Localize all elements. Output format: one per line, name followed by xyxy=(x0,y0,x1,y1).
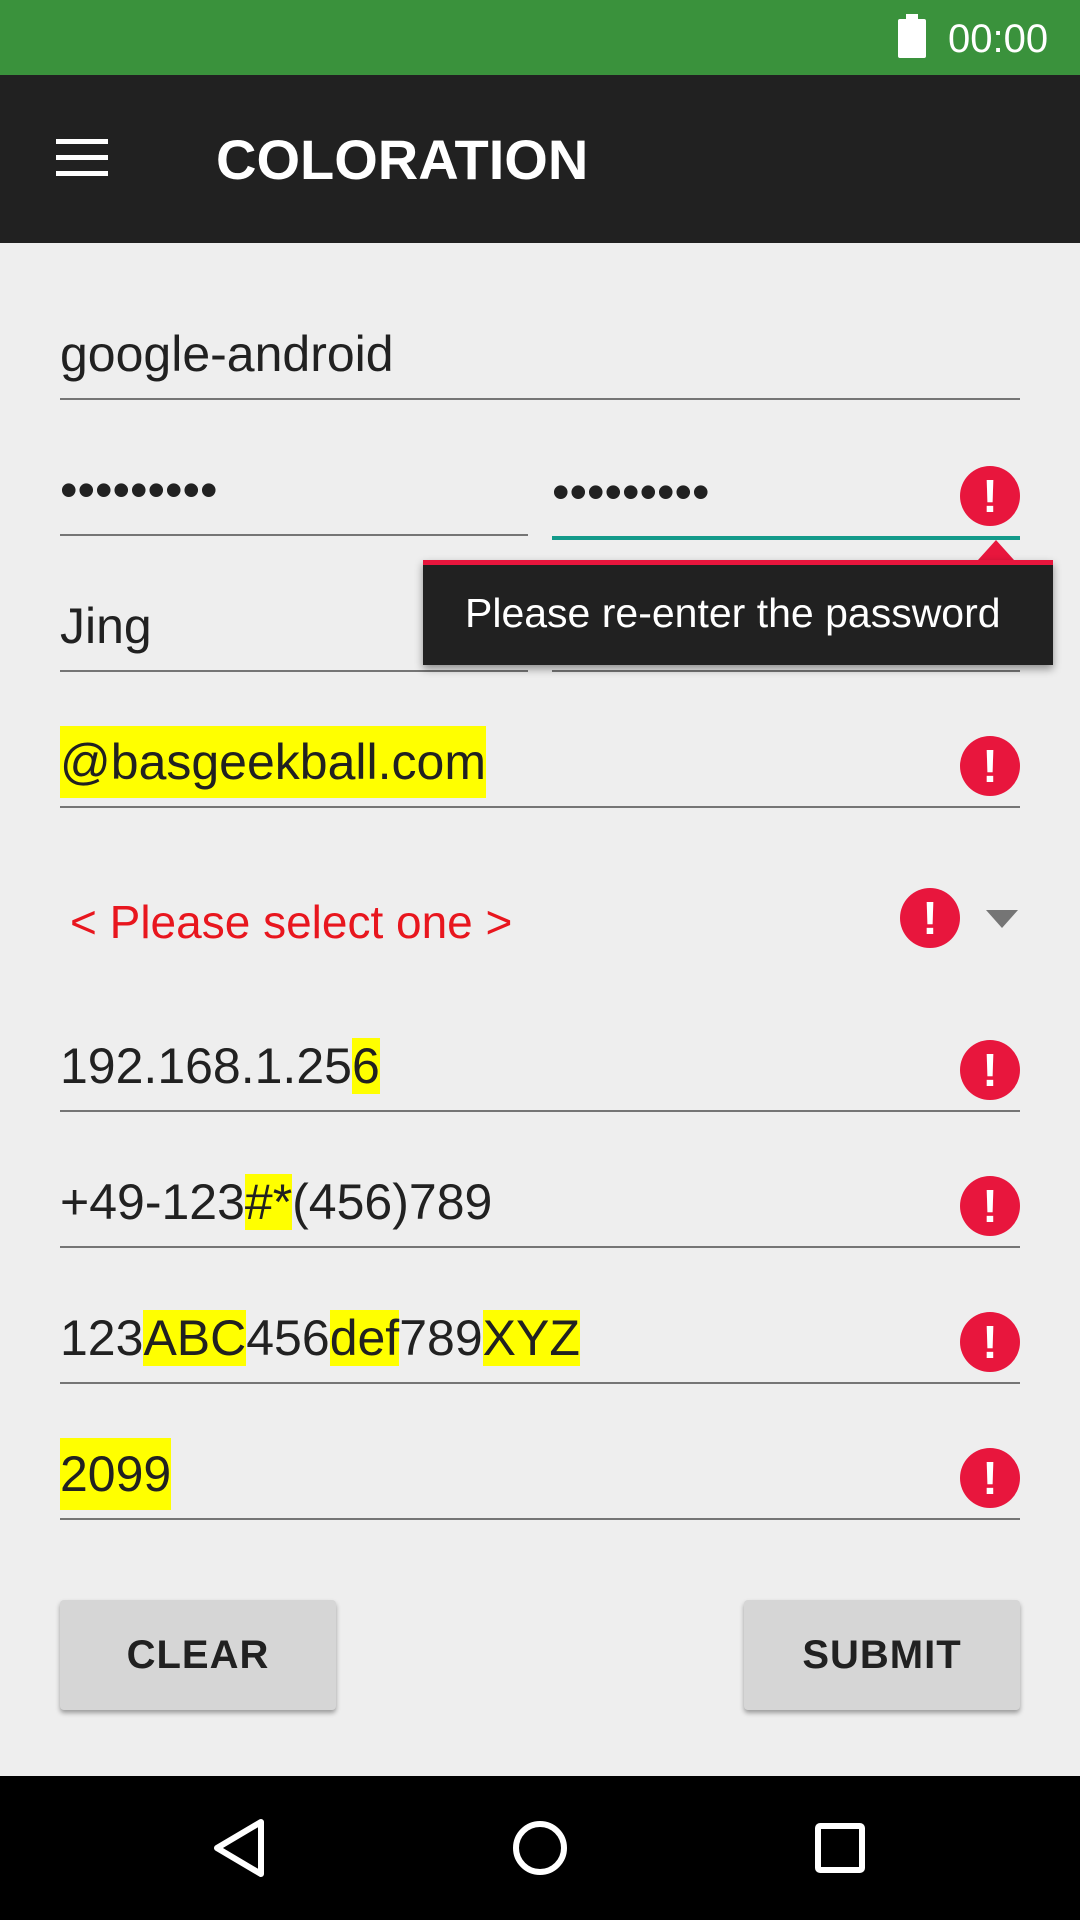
hamburger-menu-icon[interactable] xyxy=(52,135,112,179)
year-field[interactable]: 2099 ! xyxy=(60,1438,1020,1520)
status-time: 00:00 xyxy=(948,17,1049,61)
tooltip-text: Please re-enter the password xyxy=(465,590,1001,636)
dropdown-arrow-icon[interactable] xyxy=(986,910,1018,928)
error-icon: ! xyxy=(960,1176,1020,1236)
error-icon: ! xyxy=(960,736,1020,796)
first-name-value: Jing xyxy=(60,598,152,654)
error-icon: ! xyxy=(960,466,1020,526)
app-toolbar: COLORATION xyxy=(0,75,1080,243)
password-field[interactable]: ••••••••• xyxy=(60,458,528,536)
clear-button[interactable]: CLEAR xyxy=(60,1600,336,1710)
navigation-bar xyxy=(0,1776,1080,1920)
year-value: 2099 xyxy=(60,1438,172,1510)
ip-address-value: 192.168.1.256 xyxy=(60,1038,380,1094)
alphanumeric-value: 123ABC456def789XYZ xyxy=(60,1310,580,1366)
recents-icon[interactable] xyxy=(804,1812,876,1884)
email-value: @basgeekball.com xyxy=(60,726,486,798)
ip-address-field[interactable]: 192.168.1.256 ! xyxy=(60,1034,1020,1112)
battery-icon xyxy=(898,14,926,58)
error-icon: ! xyxy=(960,1312,1020,1372)
home-icon[interactable] xyxy=(504,1812,576,1884)
spinner-placeholder: < Please select one > xyxy=(70,896,513,948)
username-field[interactable]: google-android xyxy=(60,322,1020,400)
phone-value: +49-123#*(456)789 xyxy=(60,1174,493,1230)
confirm-password-field[interactable]: ••••••••• ! xyxy=(552,458,1020,540)
app-title: COLORATION xyxy=(216,128,589,191)
error-icon: ! xyxy=(960,1040,1020,1100)
email-field[interactable]: @basgeekball.com ! xyxy=(60,726,1020,808)
error-icon: ! xyxy=(900,888,960,948)
status-bar: 00:00 xyxy=(0,0,1080,75)
error-icon: ! xyxy=(960,1448,1020,1508)
tooltip-pointer xyxy=(978,540,1014,560)
username-value: google-android xyxy=(60,326,394,382)
submit-button[interactable]: SUBMIT xyxy=(744,1600,1020,1710)
error-tooltip: Please re-enter the password xyxy=(423,560,1053,665)
password-value: ••••••••• xyxy=(60,462,218,518)
back-icon[interactable] xyxy=(205,1812,277,1884)
phone-field[interactable]: +49-123#*(456)789 ! xyxy=(60,1170,1020,1248)
alphanumeric-field[interactable]: 123ABC456def789XYZ ! xyxy=(60,1306,1020,1384)
confirm-password-value: ••••••••• xyxy=(552,464,710,520)
